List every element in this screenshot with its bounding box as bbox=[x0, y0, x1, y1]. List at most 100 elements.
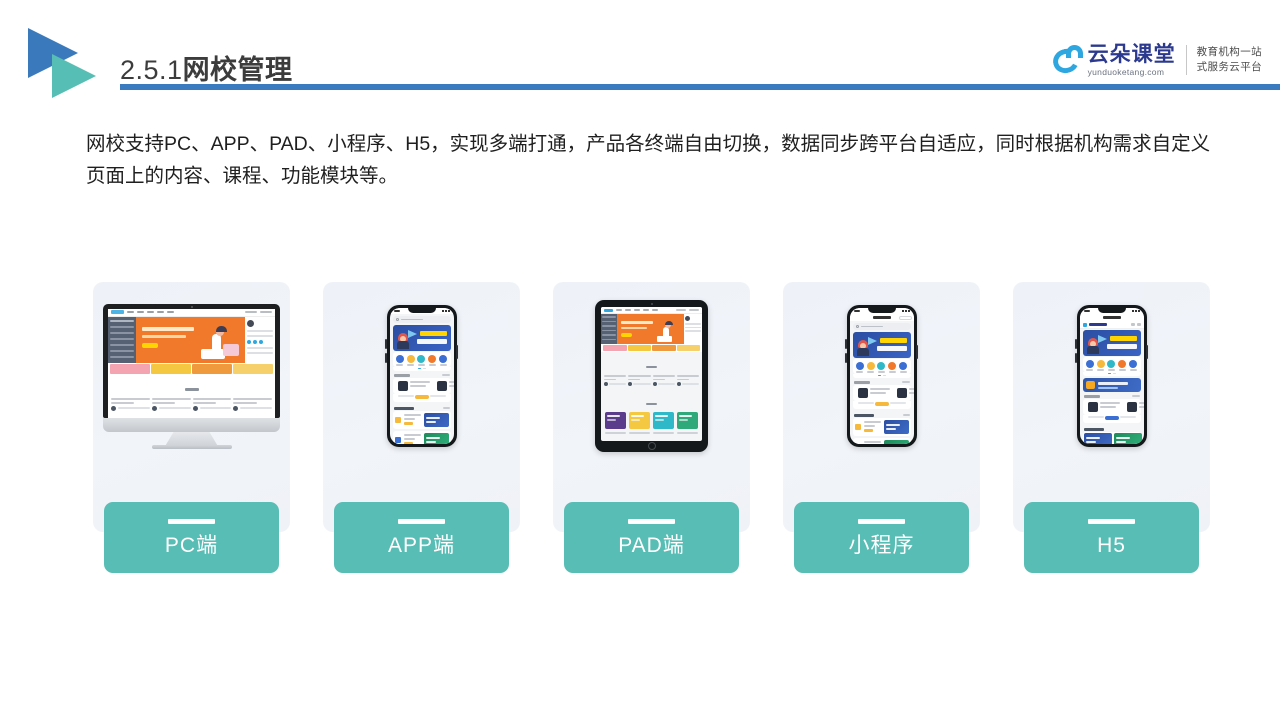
category-icon[interactable] bbox=[1118, 360, 1127, 371]
platform-label-h5[interactable]: H5 bbox=[1024, 502, 1199, 573]
platform-label-text: 小程序 bbox=[848, 534, 915, 557]
category-icon[interactable] bbox=[417, 355, 426, 366]
tablet-course-list bbox=[601, 375, 702, 389]
platform-card-app[interactable]: APP端 bbox=[323, 282, 520, 573]
clock bbox=[1083, 310, 1090, 312]
platform-card-h5[interactable]: H5 bbox=[1013, 282, 1210, 573]
pc-section-title bbox=[108, 375, 275, 398]
avatar bbox=[685, 316, 690, 321]
title-underline-rule bbox=[120, 84, 1280, 90]
pc-promo-banner bbox=[110, 363, 150, 374]
teacher-card[interactable] bbox=[1086, 399, 1122, 415]
pc-nav-item bbox=[157, 311, 164, 313]
category-icon[interactable] bbox=[1096, 360, 1105, 371]
megaphone-icon bbox=[407, 330, 417, 338]
search-icon bbox=[395, 318, 399, 321]
category-icon[interactable] bbox=[855, 362, 864, 373]
category-icon[interactable] bbox=[866, 362, 875, 373]
brand-logo: 云朵课堂 yunduoketang.com 教育机构一站 式服务云平台 bbox=[1049, 38, 1262, 82]
category-icon[interactable] bbox=[406, 355, 415, 366]
hero-banner[interactable] bbox=[392, 325, 451, 351]
label-dash bbox=[628, 519, 675, 524]
course-row[interactable] bbox=[1082, 431, 1142, 444]
signal-battery-icons bbox=[901, 310, 910, 312]
teacher-photo bbox=[436, 380, 447, 391]
category-icon[interactable] bbox=[439, 355, 448, 366]
phone-volume-down-button bbox=[845, 353, 847, 363]
search-placeholder bbox=[860, 325, 883, 328]
monitor-chin bbox=[103, 417, 280, 432]
enroll-button[interactable] bbox=[1104, 415, 1119, 420]
miniprogram-capsule-buttons[interactable] bbox=[898, 315, 912, 320]
category-icon[interactable] bbox=[1107, 360, 1116, 371]
platform-label-app[interactable]: APP端 bbox=[334, 502, 509, 573]
tablet-navbar bbox=[601, 307, 702, 314]
course-row[interactable] bbox=[852, 417, 911, 436]
search-input[interactable] bbox=[852, 323, 911, 330]
category-icon[interactable] bbox=[428, 355, 437, 366]
promo-banner[interactable] bbox=[1082, 378, 1141, 392]
label-dash bbox=[1088, 519, 1135, 524]
platform-card-pc[interactable]: PC端 bbox=[93, 282, 290, 573]
category-icon[interactable] bbox=[1129, 360, 1138, 371]
site-name bbox=[1088, 323, 1107, 326]
teacher-card[interactable] bbox=[435, 378, 454, 394]
course-row[interactable] bbox=[392, 430, 451, 444]
tablet-section-title bbox=[601, 436, 702, 442]
pc-promo-banner-row bbox=[108, 362, 275, 375]
platform-card-pad[interactable]: PAD端 bbox=[553, 282, 750, 573]
phone-screen bbox=[1079, 308, 1144, 444]
search-input[interactable] bbox=[392, 316, 451, 323]
hero-banner[interactable] bbox=[1082, 330, 1141, 356]
course-thumbnail bbox=[883, 419, 909, 434]
teacher-meta-row bbox=[852, 400, 911, 409]
course-item bbox=[652, 375, 675, 386]
teacher-list bbox=[392, 377, 454, 394]
tablet-screen bbox=[601, 307, 702, 441]
brand-name: 云朵课堂 bbox=[1087, 42, 1176, 66]
category-icon[interactable] bbox=[1085, 360, 1094, 371]
clock bbox=[853, 310, 860, 312]
category-icon[interactable] bbox=[395, 355, 404, 366]
home-button-icon[interactable] bbox=[647, 442, 656, 450]
brand-bar-actions[interactable] bbox=[1130, 323, 1141, 326]
brand-tagline-line-1: 教育机构一站 bbox=[1196, 45, 1262, 58]
category-icon[interactable] bbox=[899, 362, 908, 373]
platform-label-miniprogram[interactable]: 小程序 bbox=[794, 502, 969, 573]
monitor-screen bbox=[108, 308, 275, 418]
teacher-card[interactable] bbox=[895, 385, 914, 401]
platform-label-pc[interactable]: PC端 bbox=[104, 502, 279, 573]
pc-navbar bbox=[108, 308, 275, 317]
pc-login-panel bbox=[245, 316, 275, 363]
teacher-card[interactable] bbox=[396, 378, 432, 394]
search-placeholder bbox=[400, 318, 423, 321]
tablet-section-title bbox=[601, 389, 702, 412]
course-thumbnail bbox=[883, 439, 909, 444]
hero-banner[interactable] bbox=[852, 332, 911, 358]
platform-label-pad[interactable]: PAD端 bbox=[564, 502, 739, 573]
page-header: 2.5.1网校管理 云朵课堂 yunduoketang.com 教育机构一站 式… bbox=[0, 0, 1280, 104]
course-tile[interactable] bbox=[605, 412, 626, 429]
teacher-list bbox=[852, 384, 914, 401]
course-tag bbox=[403, 442, 413, 444]
course-tile[interactable] bbox=[629, 412, 650, 429]
category-icon[interactable] bbox=[888, 362, 897, 373]
teacher-card[interactable] bbox=[856, 385, 892, 401]
platform-label-text: PC端 bbox=[164, 534, 219, 557]
course-row[interactable] bbox=[392, 410, 451, 429]
category-icon[interactable] bbox=[877, 362, 886, 373]
platform-label-text: H5 bbox=[1097, 534, 1126, 557]
smartphone-icon bbox=[323, 282, 520, 470]
teacher-photo bbox=[397, 380, 408, 391]
teacher-card[interactable] bbox=[1125, 399, 1144, 415]
tablet-login-panel bbox=[684, 314, 702, 344]
course-row[interactable] bbox=[852, 437, 911, 444]
course-tile[interactable] bbox=[677, 412, 698, 429]
avatar bbox=[247, 319, 254, 327]
category-icon-row bbox=[852, 359, 911, 374]
pc-quick-links bbox=[247, 339, 273, 344]
teacher-meta-row bbox=[392, 393, 451, 402]
course-tile[interactable] bbox=[653, 412, 674, 429]
platform-card-miniprogram[interactable]: 小程序 bbox=[783, 282, 980, 573]
promo-banner bbox=[603, 345, 627, 351]
